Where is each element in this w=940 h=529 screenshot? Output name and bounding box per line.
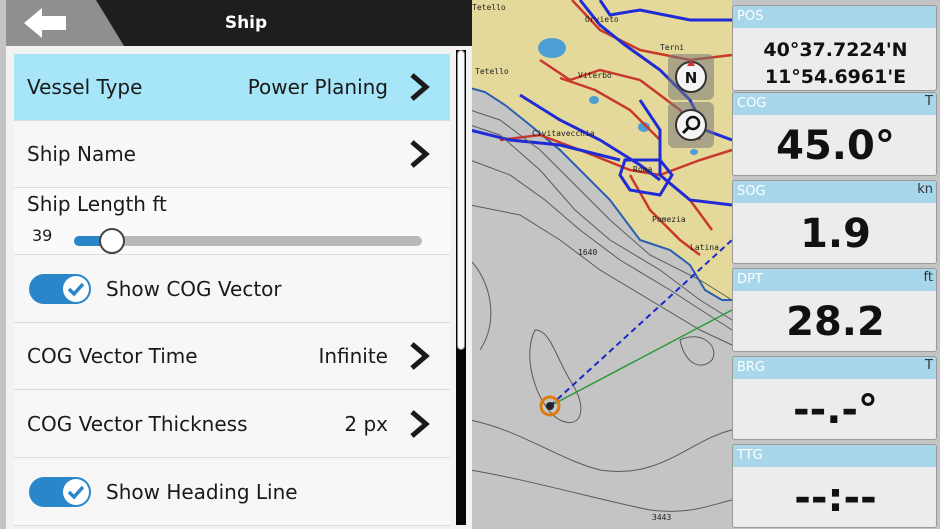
svg-text:Roma: Roma	[633, 165, 652, 174]
ship-length-slider[interactable]	[74, 228, 422, 254]
svg-text:1640: 1640	[578, 248, 597, 257]
cog-vector-thickness-value: 2 px	[344, 411, 388, 436]
pos-longitude: 11°54.6961'E	[764, 66, 907, 88]
cog-unit: T	[925, 94, 933, 109]
dpt-title: DPT	[737, 272, 763, 287]
page-title: Ship	[224, 13, 268, 33]
pos-panel[interactable]: POS 40°37.7224'N 11°54.6961'E	[732, 5, 937, 91]
cog-panel[interactable]: COG T 45.0°	[732, 92, 937, 176]
brg-unit: T	[925, 358, 933, 373]
zoom-button[interactable]	[668, 102, 714, 148]
svg-text:Latina: Latina	[690, 243, 719, 252]
chevron-right-icon	[410, 73, 430, 101]
brg-value: --.-°	[793, 387, 878, 433]
show-heading-line-row[interactable]: Show Heading Line	[14, 458, 450, 526]
ttg-panel[interactable]: TTG --:--	[732, 444, 937, 528]
cog-vector-time-row[interactable]: COG Vector Time Infinite	[14, 323, 450, 390]
ship-settings-panel: Ship Vessel Type Power Planing Ship Name…	[6, 0, 472, 529]
panel-header: Ship	[6, 0, 472, 46]
show-cog-vector-label: Show COG Vector	[106, 276, 282, 301]
cog-value: 45.0°	[776, 123, 895, 169]
toggle-knob	[63, 275, 89, 302]
chevron-right-icon	[410, 409, 430, 438]
dpt-panel[interactable]: DPT ft 28.2	[732, 268, 937, 352]
north-up-button[interactable]: N	[668, 54, 714, 100]
svg-text:Pomezia: Pomezia	[652, 215, 686, 224]
chevron-right-icon	[410, 342, 430, 370]
show-cog-vector-toggle[interactable]	[29, 273, 91, 304]
sog-title: SOG	[737, 184, 766, 199]
panel-title-bar	[733, 6, 936, 28]
scrollbar[interactable]	[456, 50, 466, 525]
toggle-knob	[63, 478, 89, 505]
pos-title: POS	[737, 9, 764, 24]
cog-vector-thickness-row[interactable]: COG Vector Thickness 2 px	[14, 390, 450, 458]
svg-text:Civitavecchia: Civitavecchia	[532, 129, 595, 138]
back-button[interactable]	[6, 0, 126, 46]
scrollbar-thumb[interactable]	[457, 50, 465, 350]
svg-text:Tetello: Tetello	[475, 67, 509, 76]
svg-text:Orvieto: Orvieto	[585, 15, 619, 24]
vessel-type-label: Vessel Type	[27, 75, 143, 99]
north-up-icon: N	[675, 60, 707, 93]
ttg-title: TTG	[737, 448, 763, 463]
zoom-icon	[675, 109, 707, 141]
svg-text:3443: 3443	[652, 513, 671, 522]
cog-vector-time-value: Infinite	[318, 344, 388, 368]
ship-length-value: 39	[32, 226, 53, 245]
checkmark-icon	[67, 485, 85, 500]
show-heading-line-label: Show Heading Line	[106, 479, 298, 504]
panel-title-bar	[733, 445, 936, 467]
cog-vector-thickness-label: COG Vector Thickness	[27, 411, 248, 436]
sog-unit: kn	[917, 182, 933, 197]
ship-length-row: Ship Length ft 39	[14, 188, 450, 255]
svg-text:Viterbo: Viterbo	[578, 71, 612, 80]
svg-text:Terni: Terni	[660, 43, 684, 52]
settings-list[interactable]: Vessel Type Power Planing Ship Name Ship…	[14, 54, 450, 529]
svg-text:Tetello: Tetello	[472, 3, 506, 12]
brg-panel[interactable]: BRG T --.-°	[732, 356, 937, 440]
cog-vector-time-label: COG Vector Time	[27, 344, 198, 368]
sog-panel[interactable]: SOG kn 1.9	[732, 180, 937, 264]
vessel-type-value: Power Planing	[247, 75, 388, 99]
ship-name-label: Ship Name	[27, 142, 136, 166]
show-heading-line-toggle[interactable]	[29, 476, 91, 507]
dpt-value: 28.2	[786, 299, 885, 345]
ship-name-row[interactable]: Ship Name	[14, 121, 450, 188]
vessel-type-row[interactable]: Vessel Type Power Planing	[14, 54, 450, 121]
dpt-unit: ft	[923, 270, 933, 285]
cog-title: COG	[737, 96, 767, 111]
show-cog-vector-row[interactable]: Show COG Vector	[14, 255, 450, 323]
brg-title: BRG	[737, 360, 766, 375]
svg-text:N: N	[685, 69, 698, 87]
pos-latitude: 40°37.7224'N	[763, 39, 908, 61]
checkmark-icon	[67, 282, 85, 297]
ttg-value: --:--	[794, 475, 877, 521]
ship-length-label: Ship Length ft	[27, 192, 167, 216]
sog-value: 1.9	[800, 211, 871, 257]
panel-title-bar	[733, 269, 936, 291]
slider-handle[interactable]	[99, 228, 126, 254]
chevron-right-icon	[410, 140, 430, 168]
